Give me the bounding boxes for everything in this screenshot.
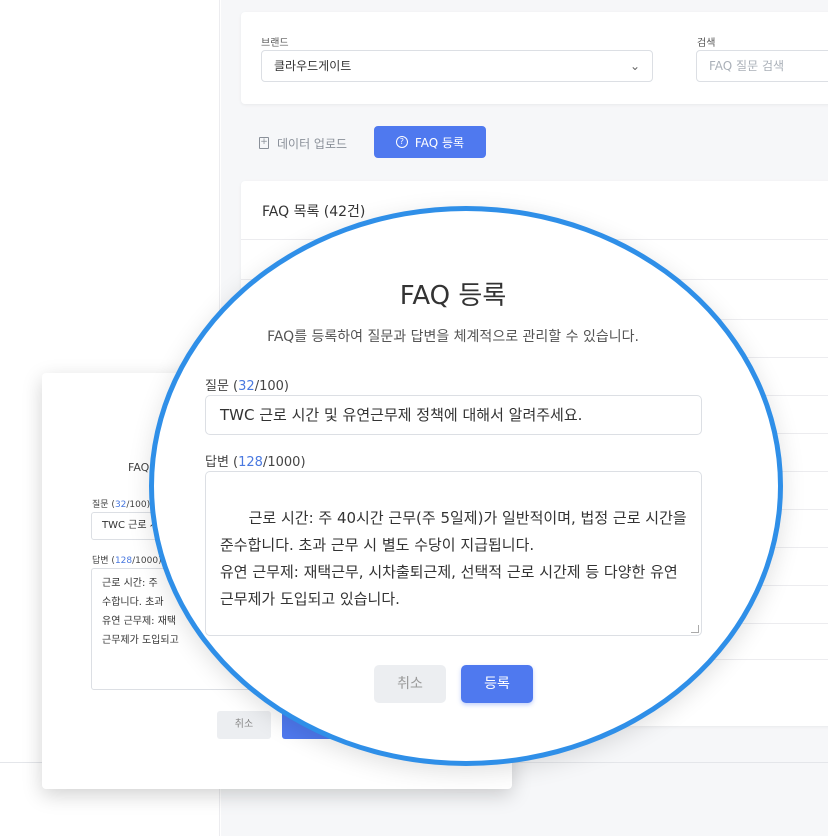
resize-handle-icon[interactable] <box>691 625 699 633</box>
answer-textarea[interactable]: 근로 시간: 주 40시간 근무(주 5일제)가 일반적이며, 법정 근로 시간… <box>205 471 702 636</box>
faq-register-label: FAQ 등록 <box>414 135 465 150</box>
search-input[interactable] <box>696 50 828 82</box>
question-circle-icon: ? <box>395 136 408 148</box>
question-char-count: 32 <box>238 379 255 394</box>
question-label-text: 질문 <box>205 379 229 394</box>
answer-char-max: /1000 <box>262 455 301 470</box>
modal-title: FAQ 등록 <box>399 281 507 311</box>
question-char-max: /100 <box>254 379 284 394</box>
data-upload-label: 데이터 업로드 <box>277 136 348 151</box>
cancel-button[interactable]: 취소 <box>374 665 446 703</box>
answer-label-text: 답변 <box>205 455 229 470</box>
answer-label-small: 답변 (128/1000) <box>92 556 162 566</box>
file-upload-icon: + <box>259 137 269 149</box>
brand-label: 브랜드 <box>261 38 289 49</box>
search-label: 검색 <box>697 38 716 49</box>
magnifier-lens: FAQ 등록 FAQ를 등록하여 질문과 답변을 체계적으로 관리할 수 있습니… <box>149 206 783 766</box>
magnified-modal: FAQ 등록 FAQ를 등록하여 질문과 답변을 체계적으로 관리할 수 있습니… <box>154 211 778 761</box>
submit-button[interactable]: 등록 <box>461 665 533 703</box>
question-label: 질문 (32/100) <box>205 379 289 394</box>
answer-label: 답변 (128/1000) <box>205 455 306 470</box>
faq-register-button[interactable]: ? FAQ 등록 <box>374 126 486 158</box>
answer-char-count: 128 <box>238 455 263 470</box>
filter-card: 브랜드 클라우드게이트 ⌄ 검색 <box>241 12 828 104</box>
data-upload-button[interactable]: + 데이터 업로드 <box>259 128 347 158</box>
modal-subtitle: FAQ를 등록하여 질문과 답변을 체계적으로 관리할 수 있습니다. <box>267 329 639 345</box>
brand-select-value: 클라우드게이트 <box>274 59 352 73</box>
question-label-small: 질문 (32/100) <box>92 500 151 510</box>
brand-select[interactable]: 클라우드게이트 ⌄ <box>261 50 653 82</box>
chevron-down-icon: ⌄ <box>629 59 640 73</box>
question-input[interactable]: TWC 근로 시간 및 유연근무제 정책에 대해서 알려주세요. <box>205 395 702 435</box>
answer-text: 근로 시간: 주 40시간 근무(주 5일제)가 일반적이며, 법정 근로 시간… <box>220 509 687 608</box>
modal-title-small: FAQ <box>128 461 150 474</box>
